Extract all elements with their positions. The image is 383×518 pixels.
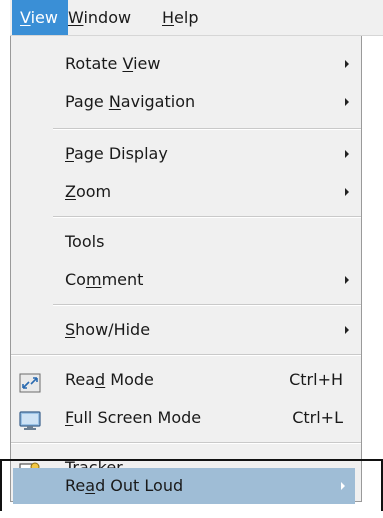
- menu-separator: [53, 128, 361, 130]
- menu-window-post: indow: [83, 8, 132, 27]
- menu-item-tools[interactable]: Tools: [11, 224, 361, 260]
- menu-item-zoom[interactable]: Zoom: [11, 174, 361, 210]
- monitor-icon: [19, 408, 41, 430]
- submenu-arrow-icon: [345, 188, 349, 196]
- shortcut-label: Ctrl+H: [289, 370, 343, 389]
- shortcut-label: Ctrl+L: [292, 408, 343, 427]
- menu-item-page-navigation[interactable]: Page Navigation: [11, 84, 361, 120]
- menu-window[interactable]: Window: [60, 0, 139, 35]
- view-dropdown-menu: Rotate View Page Navigation Page Display…: [10, 36, 362, 504]
- menu-item-label: Tools: [65, 232, 105, 251]
- menu-view-mnemonic: V: [20, 8, 31, 27]
- menu-separator: [11, 354, 361, 356]
- menu-item-full-screen-mode[interactable]: Full Screen Mode Ctrl+L: [11, 400, 361, 436]
- menu-bar: View Window Help: [10, 0, 383, 36]
- menu-item-label: Comment: [65, 270, 144, 289]
- menu-view-post: iew: [30, 8, 58, 27]
- menu-item-label: Read Out Loud: [65, 476, 184, 495]
- menu-item-label: Full Screen Mode: [65, 408, 202, 427]
- menu-item-page-display[interactable]: Page Display: [11, 136, 361, 172]
- menu-item-comment[interactable]: Comment: [11, 262, 361, 298]
- menu-item-read-out-loud[interactable]: Read Out Loud: [13, 468, 355, 504]
- menu-separator: [11, 442, 361, 444]
- menu-window-mnemonic: W: [68, 8, 84, 27]
- menu-item-label: Page Display: [65, 144, 168, 163]
- menu-item-label: Zoom: [65, 182, 112, 201]
- menu-help-post: elp: [174, 8, 199, 27]
- submenu-arrow-icon: [345, 326, 349, 334]
- menu-item-label: Show/Hide: [65, 320, 151, 339]
- submenu-arrow-icon: [345, 276, 349, 284]
- menu-item-read-mode[interactable]: Read Mode Ctrl+H: [11, 362, 361, 398]
- submenu-arrow-icon: [345, 150, 349, 158]
- menu-item-label: Read Mode: [65, 370, 154, 389]
- menu-separator: [53, 216, 361, 218]
- menu-item-label: Page Navigation: [65, 92, 196, 111]
- menu-help-mnemonic: H: [162, 8, 175, 27]
- submenu-arrow-icon: [345, 60, 349, 68]
- menu-item-label: Rotate View: [65, 54, 161, 73]
- menu-item-show-hide[interactable]: Show/Hide: [11, 312, 361, 348]
- menu-item-rotate-view[interactable]: Rotate View: [11, 46, 361, 82]
- submenu-arrow-icon: [345, 98, 349, 106]
- submenu-arrow-icon: [341, 482, 345, 490]
- menu-separator: [53, 304, 361, 306]
- menu-help[interactable]: Help: [154, 0, 206, 35]
- expand-arrows-icon: [19, 370, 41, 393]
